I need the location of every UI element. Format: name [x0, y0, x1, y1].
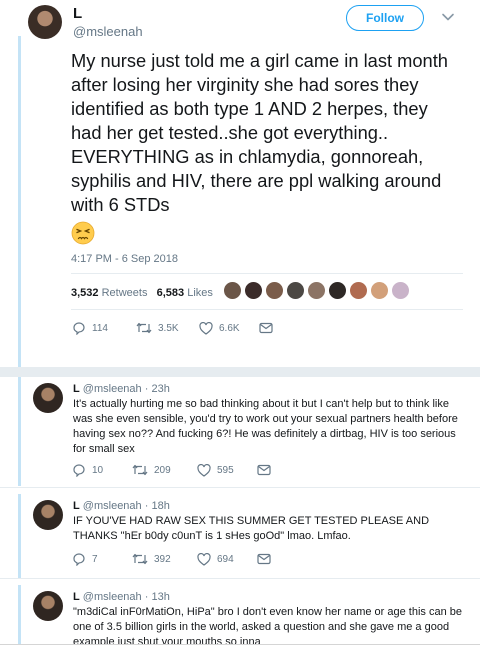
heart-icon — [197, 552, 211, 566]
reply-header: L @msleenah · 13h — [73, 591, 170, 603]
author-name[interactable]: L — [73, 383, 80, 395]
avatar[interactable] — [244, 281, 263, 300]
reply-header: L @msleenah · 18h — [73, 500, 170, 512]
thread-line — [18, 585, 21, 644]
retweet-count: 392 — [154, 553, 171, 565]
tweet-text: My nurse just told me a girl came in las… — [71, 49, 463, 245]
divider — [0, 644, 480, 645]
like-count: 694 — [217, 553, 234, 565]
heart-icon — [197, 463, 211, 477]
avatar[interactable] — [33, 383, 63, 413]
divider — [71, 273, 463, 274]
reply-tweet[interactable]: L @msleenah · 18h IF YOU'VE HAD RAW SEX … — [0, 494, 480, 578]
tweet-actions: 10 209 595 — [72, 463, 271, 477]
author-handle[interactable]: @msleenah — [83, 591, 142, 603]
author-handle[interactable]: @msleenah — [83, 500, 142, 512]
like-count: 595 — [217, 464, 234, 476]
author-handle[interactable]: @msleenah — [83, 383, 142, 395]
avatar[interactable] — [223, 281, 242, 300]
tweet-timestamp[interactable]: 4:17 PM - 6 Sep 2018 — [71, 253, 178, 265]
avatar[interactable] — [328, 281, 347, 300]
message-button[interactable] — [257, 553, 271, 565]
reply-header: L @msleenah · 23h — [73, 383, 170, 395]
reply-count: 114 — [92, 322, 108, 334]
reply-time[interactable]: · 13h — [145, 591, 170, 603]
engagement-stats: 3,532 Retweets 6,583 Likes — [71, 287, 213, 299]
avatar[interactable] — [33, 500, 63, 530]
avatar[interactable] — [28, 5, 62, 39]
persevering-face-emoji — [71, 221, 95, 245]
like-button[interactable]: 595 — [197, 463, 257, 477]
avatar[interactable] — [307, 281, 326, 300]
like-button[interactable]: 694 — [197, 552, 257, 566]
retweets-stat[interactable]: 3,532 Retweets — [71, 287, 147, 299]
envelope-icon — [257, 464, 271, 476]
main-tweet: L @msleenah Follow My nurse just told me… — [0, 0, 480, 367]
author-handle[interactable]: @msleenah — [73, 24, 143, 39]
retweet-icon — [132, 464, 148, 476]
author-name[interactable]: L — [73, 5, 82, 22]
reply-button[interactable]: 114 — [72, 321, 136, 335]
avatar[interactable] — [286, 281, 305, 300]
divider — [71, 309, 463, 310]
reply-icon — [73, 322, 85, 335]
tweet-actions: 114 3.5K 6.6K — [72, 321, 273, 335]
retweet-button[interactable]: 209 — [132, 463, 197, 477]
reply-time[interactable]: · 18h — [145, 500, 170, 512]
reply-tweet[interactable]: L @msleenah · 13h "m3diCal inF0rMatiOn, … — [0, 585, 480, 644]
tweet-text-body: My nurse just told me a girl came in las… — [71, 50, 448, 215]
author-name[interactable]: L — [73, 591, 80, 603]
divider — [0, 487, 480, 488]
like-count: 6.6K — [219, 322, 240, 334]
section-separator — [0, 367, 480, 377]
author-name[interactable]: L — [73, 500, 80, 512]
reply-text: "m3diCal inF0rMatiOn, HiPa" bro I don't … — [73, 606, 462, 644]
reply-button[interactable]: 10 — [72, 463, 132, 477]
follow-button[interactable]: Follow — [346, 5, 424, 31]
tweet-actions: 7 392 694 — [72, 552, 271, 566]
likes-stat[interactable]: 6,583 Likes — [157, 287, 213, 299]
reply-time[interactable]: · 23h — [145, 383, 170, 395]
like-button[interactable]: 6.6K — [199, 321, 259, 335]
avatar[interactable] — [33, 591, 63, 621]
reply-count: 10 — [92, 464, 104, 476]
message-button[interactable] — [259, 322, 273, 334]
reply-count: 7 — [92, 553, 98, 565]
envelope-icon — [257, 553, 271, 565]
reply-button[interactable]: 7 — [72, 552, 132, 566]
reply-text: It's actually hurting me so bad thinking… — [73, 398, 458, 455]
avatar[interactable] — [391, 281, 410, 300]
reply-tweet[interactable]: L @msleenah · 23h It's actually hurting … — [0, 377, 480, 486]
thread-line — [18, 494, 21, 578]
retweet-count: 3.5K — [158, 322, 179, 334]
divider — [0, 578, 480, 579]
retweet-icon — [136, 322, 152, 334]
reply-text: IF YOU'VE HAD RAW SEX THIS SUMMER GET TE… — [73, 515, 430, 542]
retweet-count: 209 — [154, 464, 171, 476]
avatar[interactable] — [265, 281, 284, 300]
message-button[interactable] — [257, 464, 271, 476]
retweet-button[interactable]: 3.5K — [136, 321, 199, 335]
thread-line — [18, 377, 21, 486]
thread-line — [18, 36, 21, 367]
heart-icon — [199, 321, 213, 335]
avatar[interactable] — [349, 281, 368, 300]
envelope-icon — [259, 322, 273, 334]
avatar[interactable] — [370, 281, 389, 300]
reply-icon — [73, 464, 85, 477]
retweet-button[interactable]: 392 — [132, 552, 197, 566]
chevron-down-icon[interactable] — [441, 10, 455, 24]
retweet-icon — [132, 553, 148, 565]
reply-icon — [73, 553, 85, 566]
